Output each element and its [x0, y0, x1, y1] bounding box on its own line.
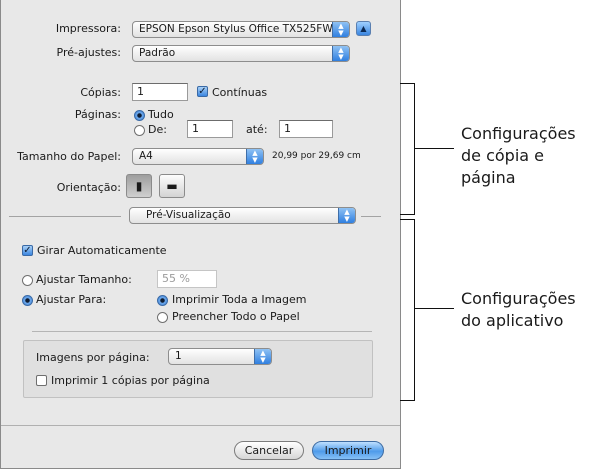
auto-rotate-checkbox[interactable]: ✓ — [22, 245, 33, 256]
scale-field[interactable]: 55 % — [157, 270, 217, 288]
print-entire-image-label: Imprimir Toda a Imagem — [172, 293, 307, 306]
copies-field[interactable]: 1 — [132, 83, 188, 101]
top-callout-line — [414, 148, 454, 149]
auto-rotate-label: Girar Automaticamente — [37, 244, 167, 257]
cancel-button[interactable]: Cancelar — [234, 441, 304, 460]
top-callout-text: Configurações de cópia e página — [461, 123, 576, 189]
presets-label: Pré-ajustes: — [56, 46, 121, 59]
pages-label: Páginas: — [74, 108, 121, 121]
separator-line — [361, 216, 381, 217]
pages-range-radio[interactable] — [134, 125, 145, 136]
bottom-callout-line-2: do aplicativo — [461, 311, 564, 330]
disclosure-triangle-icon[interactable]: ▲ — [356, 21, 371, 36]
scale-label: Ajustar Tamanho: — [36, 273, 132, 286]
pages-to-field[interactable]: 1 — [279, 120, 333, 138]
separator-line — [9, 216, 121, 217]
print-entire-image-radio[interactable] — [157, 295, 168, 306]
pages-from-label: De: — [148, 123, 167, 136]
portrait-orientation-icon[interactable]: ▮ — [126, 174, 152, 198]
pages-all-label: Tudo — [148, 108, 174, 121]
section-popup[interactable]: Pré-Visualização ▲ ▼ — [129, 207, 356, 224]
copies-label: Cópias: — [80, 86, 121, 99]
paper-size-label: Tamanho do Papel: — [17, 150, 121, 163]
images-per-page-value: 1 — [175, 350, 182, 362]
landscape-orientation-icon[interactable]: ▬ — [159, 174, 185, 198]
bottom-callout-line-1: Configurações — [461, 289, 576, 308]
separator-line — [1, 425, 400, 426]
images-per-page-popup[interactable]: 1 ▲ ▼ — [168, 348, 272, 365]
separator-line — [32, 331, 372, 332]
fill-entire-paper-radio[interactable] — [157, 312, 168, 323]
pages-from-field[interactable]: 1 — [187, 120, 233, 138]
orientation-label: Orientação: — [56, 181, 121, 194]
popup-arrows-icon: ▲ ▼ — [338, 208, 355, 223]
collated-label: Contínuas — [212, 86, 268, 99]
scale-radio[interactable] — [22, 275, 33, 286]
collated-checkbox[interactable]: ✓ — [197, 86, 208, 97]
popup-arrows-icon: ▲ ▼ — [254, 349, 271, 364]
paper-size-value: A4 — [139, 150, 153, 162]
printer-value: EPSON Epson Stylus Office TX525FW — [139, 23, 333, 35]
top-callout-line-3: página — [461, 168, 516, 187]
print-dialog: Impressora: EPSON Epson Stylus Office TX… — [0, 0, 401, 469]
paper-size-popup[interactable]: A4 ▲ ▼ — [132, 148, 264, 165]
top-bracket — [400, 83, 415, 215]
bottom-callout-text: Configurações do aplicativo — [461, 288, 576, 332]
copies-per-page-checkbox[interactable] — [36, 375, 47, 386]
copies-per-page-label: Imprimir 1 cópias por página — [51, 374, 210, 387]
fill-entire-paper-label: Preencher Todo o Papel — [172, 310, 300, 323]
paper-dimensions: 20,99 por 29,69 cm — [272, 151, 361, 161]
images-per-page-label: Imagens por página: — [36, 351, 150, 364]
bottom-bracket — [400, 219, 415, 401]
top-callout-line-2: de cópia e — [461, 146, 545, 165]
pages-all-radio[interactable] — [134, 110, 145, 121]
popup-arrows-icon: ▲ ▼ — [332, 46, 349, 61]
scale-to-fit-radio[interactable] — [22, 295, 33, 306]
scale-to-fit-label: Ajustar Para: — [36, 293, 107, 306]
printer-popup[interactable]: EPSON Epson Stylus Office TX525FW ▲ ▼ — [132, 21, 350, 38]
pages-to-label: até: — [246, 123, 268, 136]
section-popup-value: Pré-Visualização — [146, 209, 231, 221]
popup-arrows-icon: ▲ ▼ — [246, 149, 263, 164]
bottom-callout-line — [414, 308, 454, 309]
print-button[interactable]: Imprimir — [312, 441, 384, 460]
presets-value: Padrão — [139, 47, 176, 59]
printer-label: Impressora: — [55, 22, 121, 35]
top-callout-line-1: Configurações — [461, 124, 576, 143]
presets-popup[interactable]: Padrão ▲ ▼ — [132, 45, 350, 62]
popup-arrows-icon: ▲ ▼ — [332, 22, 349, 37]
